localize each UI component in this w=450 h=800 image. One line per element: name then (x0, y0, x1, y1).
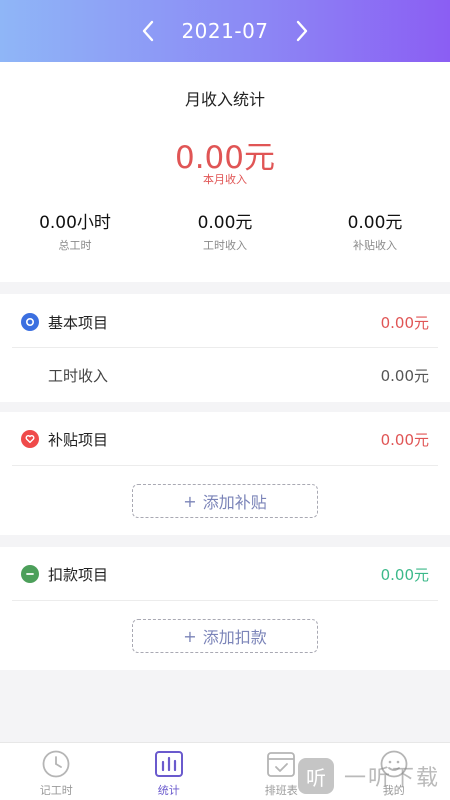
statistics-page: 2021-07 月收入统计 0.00元 本月收入 0.00小时 总工时 0.00… (0, 0, 450, 800)
clock-icon (40, 749, 72, 779)
add-deduction-button[interactable]: + 添加扣款 (132, 619, 318, 653)
stat-label: 工时收入 (203, 239, 247, 252)
deduction-items-card: 扣款项目 0.00元 + 添加扣款 (0, 547, 450, 670)
basic-items-title: 基本项目 (48, 313, 109, 332)
month-income-label: 本月收入 (203, 173, 247, 186)
basic-items-header[interactable]: 基本项目 0.00元 (12, 295, 438, 349)
subsidy-items-amount: 0.00元 (380, 430, 429, 449)
calendar-icon (265, 749, 297, 779)
plus-icon: + (183, 491, 197, 511)
divider (12, 465, 438, 466)
heart-icon (21, 430, 39, 448)
tab-label: 统计 (157, 784, 180, 797)
stat-label: 总工时 (58, 239, 92, 252)
deduction-items-title: 扣款项目 (48, 565, 109, 584)
deduction-items-header[interactable]: 扣款项目 0.00元 (12, 547, 438, 601)
watermark: 听 一听下载 (298, 752, 450, 800)
stat-value: 0.00小时 (39, 213, 111, 233)
tab-record-hours[interactable]: 记工时 (0, 743, 113, 800)
stat-value: 0.00元 (197, 213, 253, 233)
summary-stats: 0.00小时 总工时 0.00元 工时收入 0.00元 补贴收入 (0, 208, 450, 253)
tab-statistics[interactable]: 统计 (113, 743, 226, 800)
deduction-items-amount: 0.00元 (380, 565, 429, 584)
add-subsidy-label: 添加补贴 (202, 493, 267, 512)
summary-title: 月收入统计 (184, 90, 265, 109)
tab-label: 排班表 (264, 784, 298, 797)
income-summary: 月收入统计 0.00元 本月收入 0.00小时 总工时 0.00元 工时收入 0… (0, 62, 450, 282)
basic-items-card: 基本项目 0.00元 工时收入 0.00元 (0, 294, 450, 402)
current-month[interactable]: 2021-07 (181, 19, 268, 43)
subsidy-items-card: 补贴项目 0.00元 + 添加补贴 (0, 412, 450, 535)
bar-chart-icon (153, 749, 185, 779)
chevron-right-icon (296, 20, 307, 42)
basic-circle-icon (21, 313, 39, 331)
stat-total-hours: 0.00小时 总工时 (0, 208, 150, 253)
watermark-text: 一听下载 (344, 766, 441, 791)
next-month-button[interactable] (291, 16, 313, 46)
subsidy-items-title: 补贴项目 (48, 430, 109, 449)
hour-income-amount: 0.00元 (380, 366, 429, 385)
plus-icon: + (183, 626, 197, 646)
divider (12, 600, 438, 601)
month-header: 2021-07 (0, 0, 450, 62)
subsidy-items-header[interactable]: 补贴项目 0.00元 (12, 412, 438, 466)
tab-label: 记工时 (39, 784, 73, 797)
hour-income-row[interactable]: 工时收入 0.00元 (12, 348, 438, 402)
basic-items-amount: 0.00元 (380, 313, 429, 332)
add-subsidy-button[interactable]: + 添加补贴 (132, 484, 318, 518)
stat-value: 0.00元 (347, 213, 403, 233)
watermark-badge: 听 (298, 758, 334, 794)
stat-hour-income: 0.00元 工时收入 (150, 208, 300, 253)
add-deduction-label: 添加扣款 (202, 628, 267, 647)
stat-label: 补贴收入 (353, 239, 397, 252)
hour-income-label: 工时收入 (48, 366, 109, 385)
stat-subsidy-income: 0.00元 补贴收入 (300, 208, 450, 253)
chevron-left-icon (143, 20, 154, 42)
prev-month-button[interactable] (137, 16, 159, 46)
minus-circle-icon (21, 565, 39, 583)
